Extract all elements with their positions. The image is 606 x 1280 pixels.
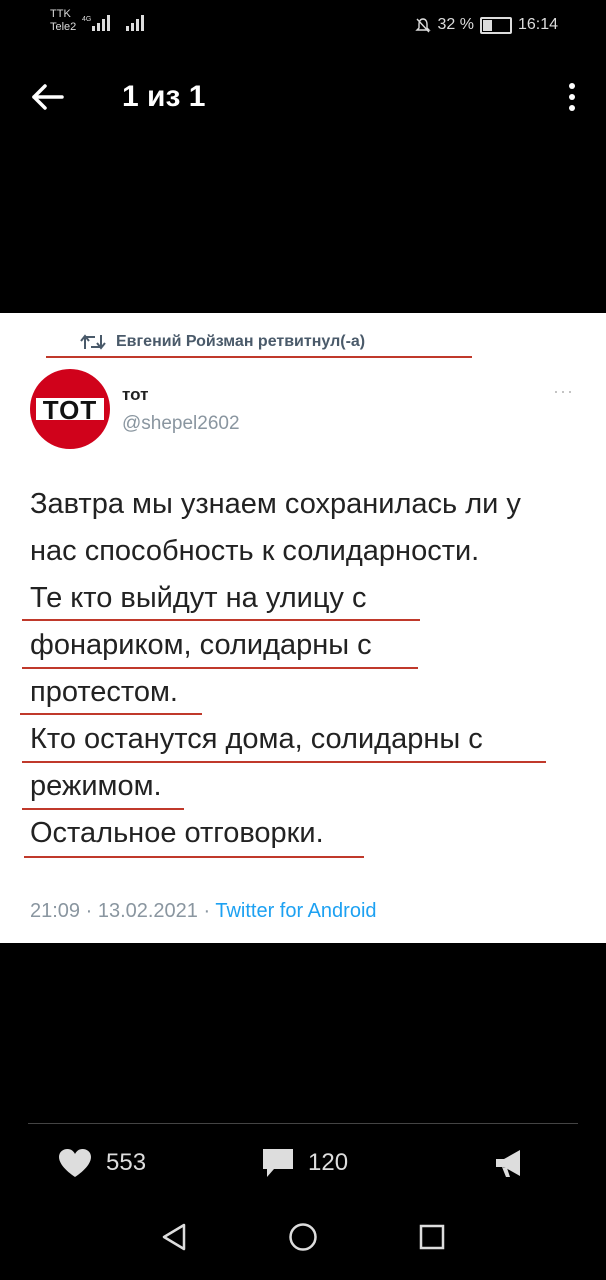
viewer-header: 1 из 1 bbox=[0, 60, 606, 140]
nav-back-icon[interactable] bbox=[160, 1222, 188, 1252]
avatar: TOT bbox=[30, 369, 110, 449]
underline-mark bbox=[22, 619, 420, 621]
underline-mark bbox=[20, 713, 202, 715]
image-counter: 1 из 1 bbox=[122, 80, 206, 113]
megaphone-icon bbox=[496, 1150, 520, 1177]
status-right: 32 % 16:14 bbox=[415, 16, 558, 34]
share-button[interactable] bbox=[494, 1148, 524, 1178]
comments-count: 120 bbox=[308, 1149, 349, 1176]
tweet-line: протестом. bbox=[30, 676, 178, 708]
likes-count: 553 bbox=[106, 1149, 147, 1176]
tweet-line: Завтра мы узнаем сохранилась ли у bbox=[30, 488, 521, 520]
more-options-icon[interactable] bbox=[568, 82, 576, 112]
battery-percent: 32 % bbox=[437, 16, 474, 33]
tweet-source: Twitter for Android bbox=[215, 900, 377, 922]
signal-icon-2 bbox=[126, 15, 144, 31]
underline-mark bbox=[24, 856, 364, 858]
tweet-text: Завтра мы узнаем сохранилась ли у нас сп… bbox=[30, 481, 590, 857]
tweet-meta: 21:09 · 13.02.2021 · Twitter for Android bbox=[30, 900, 377, 923]
underline-mark bbox=[46, 356, 472, 358]
comment-icon bbox=[263, 1149, 293, 1177]
nav-home-icon[interactable] bbox=[288, 1222, 318, 1252]
clock: 16:14 bbox=[517, 16, 558, 33]
retweet-header: Евгений Ройзман ретвитнул(-а) bbox=[80, 333, 365, 351]
divider bbox=[28, 1123, 578, 1124]
comment-button[interactable]: 120 bbox=[262, 1148, 348, 1178]
signal-icon: 4G bbox=[82, 15, 110, 31]
tweet-line: фонариком, солидарны с bbox=[30, 629, 372, 661]
status-bar: TTK Tele2 4G 32 % 16:14 bbox=[0, 0, 606, 44]
underline-mark bbox=[22, 667, 418, 669]
nav-recents-icon[interactable] bbox=[418, 1222, 446, 1252]
retweet-label: Евгений Ройзман ретвитнул(-а) bbox=[116, 333, 366, 350]
author-name: тот bbox=[122, 385, 149, 404]
tweet-timestamp: 21:09 · 13.02.2021 · bbox=[30, 900, 216, 922]
tweet-line: Остальное отговорки. bbox=[30, 817, 324, 849]
retweet-icon bbox=[80, 334, 106, 350]
back-arrow-icon[interactable] bbox=[30, 82, 66, 112]
tweet-line: Те кто выйдут на улицу с bbox=[30, 582, 367, 614]
carrier-label: TTK Tele2 bbox=[50, 8, 77, 33]
svg-text:4G: 4G bbox=[82, 16, 91, 23]
tweet-line: нас способность к солидарности. bbox=[30, 535, 480, 567]
underline-mark bbox=[22, 808, 184, 810]
tweet-line: Кто останутся дома, солидарны с bbox=[30, 723, 483, 755]
like-button[interactable]: 553 bbox=[58, 1148, 146, 1178]
tweet-more-icon: ··· bbox=[553, 381, 574, 401]
author-handle: @shepel2602 bbox=[122, 413, 240, 434]
underline-mark bbox=[22, 761, 546, 763]
heart-icon bbox=[59, 1149, 91, 1177]
bell-muted-icon bbox=[415, 18, 432, 33]
battery-icon bbox=[479, 16, 512, 34]
tweet-line: режимом. bbox=[30, 770, 162, 802]
tweet-image[interactable]: Евгений Ройзман ретвитнул(-а) TOT тот @s… bbox=[0, 313, 606, 943]
